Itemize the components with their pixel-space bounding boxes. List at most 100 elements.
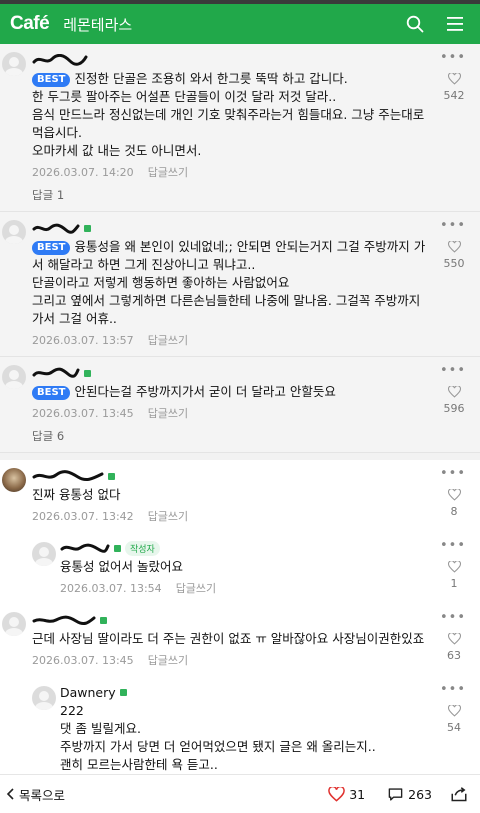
comment-body: 진정한 단골은 조용히 와서 한그릇 뚝딱 하고 갑니다. 한 두그릇 팔아주는… bbox=[32, 71, 425, 158]
cafe-logo[interactable]: Café bbox=[10, 13, 50, 35]
comment-text: BEST 진정한 단골은 조용히 와서 한그릇 뚝딱 하고 갑니다. 한 두그릇 … bbox=[32, 70, 430, 160]
comment-text: BEST 융통성을 왜 본인이 있네없네;; 안되면 안되는거지 그걸 주방까지 … bbox=[32, 238, 430, 328]
like-button[interactable]: 8 bbox=[438, 486, 470, 518]
comment-text: BEST 안된다는걸 주방까지가서 굳이 더 달라고 안할듯요 bbox=[32, 383, 430, 401]
more-options-icon[interactable]: ••• bbox=[440, 466, 466, 481]
comment-item: 근데 사장님 딸이라도 더 주는 권한이 없죠 ㅠ 알바잖아요 사장님이권한있죠… bbox=[0, 604, 480, 676]
author-name[interactable] bbox=[32, 365, 430, 381]
redacted-nickname bbox=[60, 543, 110, 553]
comment-list[interactable]: BEST 진정한 단골은 조용히 와서 한그릇 뚝딱 하고 갑니다. 한 두그릇 … bbox=[0, 44, 480, 775]
reply-button[interactable]: 답글쓰기 bbox=[148, 407, 188, 420]
comment-date: 2026.03.07. 13:45 bbox=[32, 654, 134, 667]
reply-button[interactable]: 답글쓰기 bbox=[148, 166, 188, 179]
like-count: 1 bbox=[450, 577, 458, 590]
heart-outline-icon bbox=[447, 632, 461, 645]
comment-text: 융통성 없어서 놀랐어요 bbox=[60, 559, 183, 574]
comment-date: 2026.03.07. 14:20 bbox=[32, 166, 134, 179]
like-button[interactable]: 550 bbox=[438, 238, 470, 270]
avatar[interactable] bbox=[2, 612, 26, 636]
post-like-button[interactable]: 31 bbox=[328, 786, 366, 802]
best-badge: BEST bbox=[32, 241, 71, 255]
like-button[interactable]: 542 bbox=[438, 70, 470, 102]
like-button[interactable]: 54 bbox=[438, 702, 470, 734]
more-options-icon[interactable]: ••• bbox=[440, 363, 466, 378]
like-count: 550 bbox=[443, 257, 465, 270]
more-options-icon[interactable]: ••• bbox=[440, 218, 466, 233]
comment-item: BEST 안된다는걸 주방까지가서 굳이 더 달라고 안할듯요 2026.03.0… bbox=[0, 357, 480, 453]
member-level-icon bbox=[119, 688, 127, 696]
author-name[interactable] bbox=[32, 468, 430, 484]
comment-date: 2026.03.07. 13:57 bbox=[32, 334, 134, 347]
more-options-icon[interactable]: ••• bbox=[440, 538, 466, 553]
reply-button[interactable]: 답글쓰기 bbox=[148, 510, 188, 523]
heart-outline-icon bbox=[447, 560, 461, 573]
avatar[interactable] bbox=[32, 542, 56, 566]
comment-text: 근데 사장님 딸이라도 더 주는 권한이 없죠 ㅠ 알바잖아요 사장님이권한있죠 bbox=[32, 631, 425, 646]
heart-outline-icon bbox=[447, 704, 461, 717]
like-count: 54 bbox=[447, 721, 461, 734]
redacted-nickname bbox=[32, 615, 96, 626]
author-nickname[interactable]: Dawnery bbox=[60, 685, 116, 700]
reply-count[interactable]: 답글 1 bbox=[32, 187, 430, 203]
heart-outline-icon bbox=[447, 240, 461, 253]
reply-button[interactable]: 답글쓰기 bbox=[176, 582, 216, 595]
avatar[interactable] bbox=[32, 686, 56, 710]
section-divider bbox=[0, 453, 480, 460]
post-like-count: 31 bbox=[349, 786, 366, 802]
comment-date: 2026.03.07. 13:42 bbox=[32, 510, 134, 523]
hamburger-icon[interactable] bbox=[440, 9, 470, 39]
avatar[interactable] bbox=[2, 220, 26, 244]
avatar[interactable] bbox=[2, 365, 26, 389]
comment-item: BEST 융통성을 왜 본인이 있네없네;; 안되면 안되는거지 그걸 주방까지 … bbox=[0, 212, 480, 357]
comment-date: 2026.03.07. 13:54 bbox=[60, 582, 162, 595]
member-level-icon bbox=[108, 472, 115, 480]
share-button[interactable] bbox=[450, 786, 468, 803]
like-button[interactable]: 1 bbox=[438, 558, 470, 590]
comment-item: BEST 진정한 단골은 조용히 와서 한그릇 뚝딱 하고 갑니다. 한 두그릇 … bbox=[0, 44, 480, 212]
best-badge: BEST bbox=[32, 73, 71, 87]
comments-button[interactable]: 263 bbox=[387, 787, 432, 802]
more-options-icon[interactable]: ••• bbox=[440, 610, 466, 625]
author-name[interactable]: 작성자 bbox=[60, 540, 430, 556]
reply-button[interactable]: 답글쓰기 bbox=[148, 334, 188, 347]
comment-item: 진짜 융통성 없다 2026.03.07. 13:42 답글쓰기 ••• 8 bbox=[0, 460, 480, 532]
bottom-bar: 목록으로 31 263 bbox=[0, 774, 480, 813]
author-name[interactable] bbox=[32, 612, 430, 628]
reply-item: Dawnery 222 댓 좀 빌릴게요. 주방까지 가서 당면 더 얻어먹었으… bbox=[0, 676, 480, 775]
cafe-name[interactable]: 레몬테라스 bbox=[63, 14, 132, 35]
share-icon bbox=[451, 786, 467, 801]
comment-date: 2026.03.07. 13:45 bbox=[32, 407, 134, 420]
speech-bubble-icon bbox=[388, 787, 403, 801]
writer-badge: 작성자 bbox=[125, 540, 160, 556]
like-count: 63 bbox=[447, 649, 461, 662]
heart-outline-icon bbox=[447, 385, 461, 398]
like-button[interactable]: 596 bbox=[438, 383, 470, 415]
chevron-left-icon bbox=[6, 788, 14, 800]
app-header: Café 레몬테라스 bbox=[0, 4, 480, 44]
search-icon[interactable] bbox=[400, 9, 430, 39]
reply-item: 작성자 융통성 없어서 놀랐어요 2026.03.07. 13:54 답글쓰기 •… bbox=[0, 532, 480, 604]
like-count: 542 bbox=[443, 89, 465, 102]
more-options-icon[interactable]: ••• bbox=[440, 682, 466, 697]
like-button[interactable]: 63 bbox=[438, 630, 470, 662]
reply-count[interactable]: 답글 6 bbox=[32, 428, 430, 444]
more-options-icon[interactable]: ••• bbox=[440, 50, 466, 65]
avatar[interactable] bbox=[2, 468, 26, 492]
heart-outline-icon bbox=[447, 72, 461, 85]
comment-count: 263 bbox=[408, 786, 432, 802]
member-level-icon bbox=[84, 224, 91, 232]
back-to-list-label: 목록으로 bbox=[19, 787, 66, 803]
like-count: 596 bbox=[443, 402, 465, 415]
back-to-list-button[interactable]: 목록으로 bbox=[6, 785, 65, 804]
redacted-nickname bbox=[32, 367, 80, 378]
author-name[interactable] bbox=[32, 220, 430, 236]
member-level-icon bbox=[100, 616, 107, 624]
reply-button[interactable]: 답글쓰기 bbox=[148, 654, 188, 667]
member-level-icon bbox=[84, 369, 91, 377]
redacted-nickname bbox=[32, 54, 88, 66]
comment-text: 222 댓 좀 빌릴게요. 주방까지 가서 당면 더 얻어먹었으면 됐지 글은 … bbox=[60, 703, 376, 772]
avatar[interactable] bbox=[2, 52, 26, 76]
member-level-icon bbox=[114, 544, 121, 552]
author-name[interactable]: Dawnery bbox=[60, 684, 430, 700]
author-name[interactable] bbox=[32, 52, 430, 68]
